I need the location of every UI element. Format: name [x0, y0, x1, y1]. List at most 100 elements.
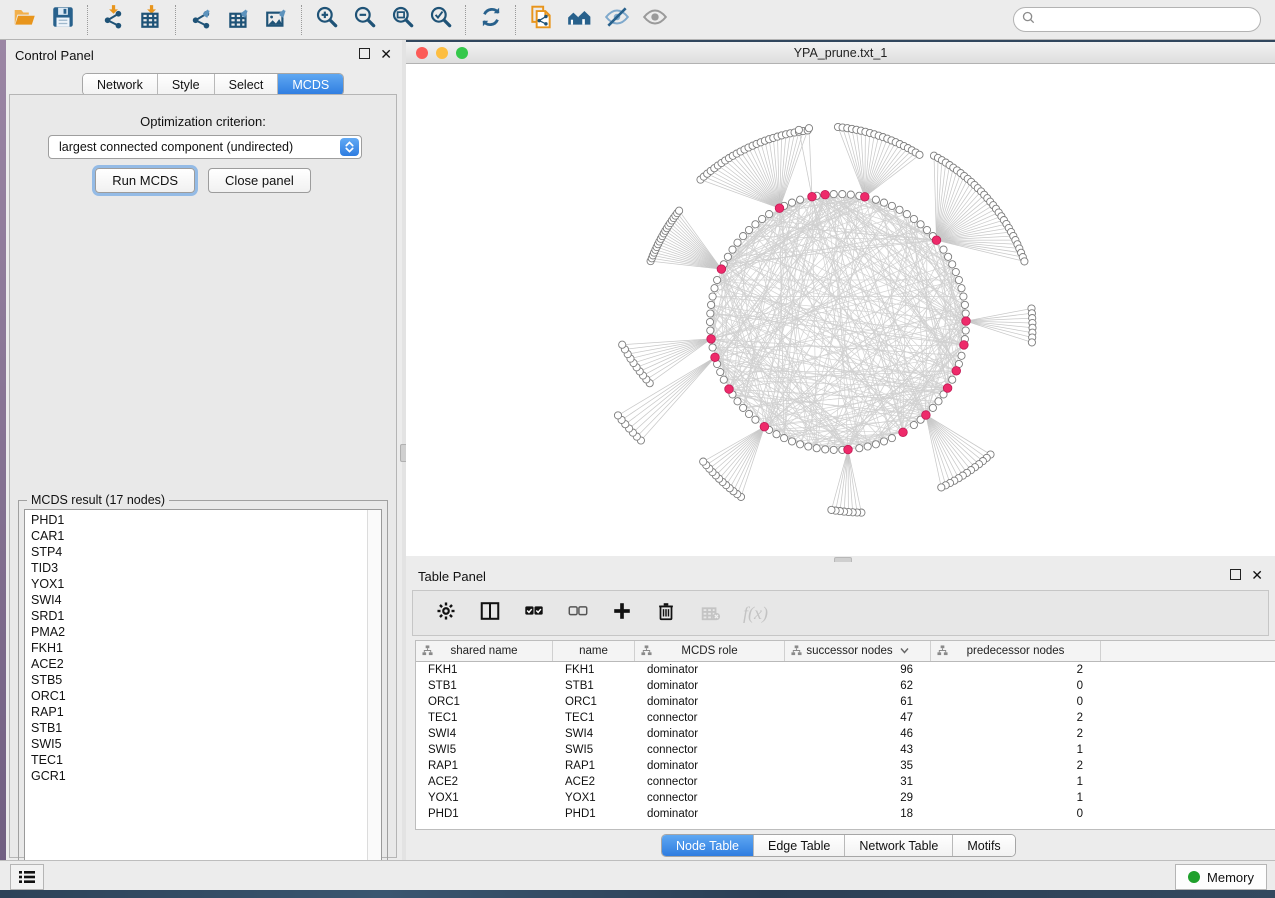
import-table-button[interactable] [132, 3, 170, 37]
memory-button[interactable]: Memory [1175, 864, 1267, 890]
column-header-successor-nodes[interactable]: successor nodes [785, 641, 931, 661]
network-canvas[interactable] [406, 64, 1275, 556]
zoom-out-icon [352, 4, 378, 35]
mcds-result-item[interactable]: YOX1 [25, 576, 381, 592]
show-all-button[interactable] [636, 3, 674, 37]
add-row-button[interactable] [611, 600, 633, 627]
hide-selected-button[interactable] [598, 3, 636, 37]
task-history-button[interactable] [10, 864, 44, 890]
column-header-MCDS-role[interactable]: MCDS role [635, 641, 785, 661]
run-mcds-button[interactable]: Run MCDS [95, 168, 195, 193]
column-header-predecessor-nodes[interactable]: predecessor nodes [931, 641, 1101, 661]
cell: dominator [635, 728, 785, 740]
duplicate-network-button[interactable] [522, 3, 560, 37]
table-row[interactable]: RAP1RAP1dominator352 [416, 758, 1275, 774]
close-panel-button[interactable]: Close panel [208, 168, 311, 193]
mcds-result-item[interactable]: PHD1 [25, 512, 381, 528]
mcds-result-item[interactable]: STB1 [25, 720, 381, 736]
column-header-name[interactable]: name [553, 641, 635, 661]
tab-style[interactable]: Style [157, 74, 214, 95]
mcds-result-item[interactable]: TEC1 [25, 752, 381, 768]
zoom-selected-button[interactable] [422, 3, 460, 37]
deselect-all-button[interactable] [567, 600, 589, 627]
tab-select[interactable]: Select [214, 74, 278, 95]
function-builder-icon: f(x) [743, 603, 768, 624]
toolbar-separator [465, 5, 467, 35]
mcds-result-item[interactable]: GCR1 [25, 768, 381, 784]
mcds-result-item[interactable]: PMA2 [25, 624, 381, 640]
export-table-button[interactable] [220, 3, 258, 37]
mcds-result-item[interactable]: STP4 [25, 544, 381, 560]
table-tab-node-table[interactable]: Node Table [662, 835, 753, 856]
zoom-in-icon [314, 4, 340, 35]
mcds-result-item[interactable]: STB5 [25, 672, 381, 688]
float-panel-icon[interactable] [359, 48, 370, 59]
mcds-result-list[interactable]: PHD1CAR1STP4TID3YOX1SWI4SRD1PMA2FKH1ACE2… [24, 509, 382, 864]
cell: YOX1 [416, 792, 553, 804]
search-input[interactable] [1040, 12, 1244, 28]
zoom-fit-button[interactable] [384, 3, 422, 37]
tab-network[interactable]: Network [83, 74, 157, 95]
settings-button[interactable] [435, 600, 457, 627]
save-session-button[interactable] [44, 3, 82, 37]
tab-mcds[interactable]: MCDS [277, 74, 343, 95]
import-network-icon [100, 4, 126, 35]
open-file-button[interactable] [6, 3, 44, 37]
export-network-button[interactable] [182, 3, 220, 37]
cell: connector [635, 744, 785, 756]
table-row[interactable]: PHD1PHD1dominator180 [416, 806, 1275, 822]
refresh-button[interactable] [472, 3, 510, 37]
mcds-list-scrollbar[interactable] [367, 510, 381, 863]
table-row[interactable]: STB1STB1dominator620 [416, 678, 1275, 694]
mcds-result-item[interactable]: SRD1 [25, 608, 381, 624]
table-row[interactable]: YOX1YOX1connector291 [416, 790, 1275, 806]
close-panel-icon[interactable]: ✕ [380, 49, 392, 59]
mcds-result-item[interactable]: FKH1 [25, 640, 381, 656]
select-all-button[interactable] [523, 600, 545, 627]
mcds-result-item[interactable]: TID3 [25, 560, 381, 576]
node-attribute-icon [937, 645, 948, 659]
cell: STB1 [553, 680, 635, 692]
table-row[interactable]: SWI5SWI5connector431 [416, 742, 1275, 758]
optimization-label: Optimization criterion: [10, 114, 396, 129]
table-tab-edge-table[interactable]: Edge Table [753, 835, 844, 856]
close-table-panel-icon[interactable]: ✕ [1251, 570, 1263, 580]
delete-row-button[interactable] [655, 600, 677, 627]
control-panel: Control Panel ✕ NetworkStyleSelectMCDS O… [6, 40, 402, 862]
cell: dominator [635, 760, 785, 772]
table-row[interactable]: SWI4SWI4dominator462 [416, 726, 1275, 742]
cell: PHD1 [416, 808, 553, 820]
mcds-result-item[interactable]: SWI4 [25, 592, 381, 608]
table-panel-title: Table Panel [418, 569, 486, 584]
cell: FKH1 [553, 664, 635, 676]
columns-icon [479, 600, 501, 627]
table-tab-motifs[interactable]: Motifs [952, 835, 1014, 856]
column-header-shared-name[interactable]: shared name [416, 641, 553, 661]
memory-label: Memory [1207, 870, 1254, 885]
dropdown-stepper-icon [340, 138, 359, 156]
cell: 0 [931, 696, 1101, 708]
sort-indicator-icon[interactable] [900, 645, 909, 657]
float-table-panel-icon[interactable] [1230, 569, 1241, 580]
search-box[interactable] [1013, 7, 1261, 32]
table-row[interactable]: ORC1ORC1dominator610 [416, 694, 1275, 710]
zoom-out-button[interactable] [346, 3, 384, 37]
table-row[interactable]: ACE2ACE2connector311 [416, 774, 1275, 790]
import-network-button[interactable] [94, 3, 132, 37]
zoom-in-button[interactable] [308, 3, 346, 37]
table-row[interactable]: TEC1TEC1connector472 [416, 710, 1275, 726]
first-neighbors-button[interactable] [560, 3, 598, 37]
mcds-result-item[interactable]: SWI5 [25, 736, 381, 752]
optimization-dropdown[interactable]: largest connected component (undirected) [48, 135, 362, 159]
table-tab-network-table[interactable]: Network Table [844, 835, 952, 856]
mcds-result-item[interactable]: ORC1 [25, 688, 381, 704]
toolbar-separator [175, 5, 177, 35]
network-window-titlebar[interactable]: YPA_prune.txt_1 [406, 42, 1275, 64]
mcds-result-item[interactable]: ACE2 [25, 656, 381, 672]
mcds-result-item[interactable]: RAP1 [25, 704, 381, 720]
columns-button[interactable] [479, 600, 501, 627]
export-image-button[interactable] [258, 3, 296, 37]
table-row[interactable]: FKH1FKH1dominator962 [416, 662, 1275, 678]
cell: 46 [785, 728, 931, 740]
mcds-result-item[interactable]: CAR1 [25, 528, 381, 544]
